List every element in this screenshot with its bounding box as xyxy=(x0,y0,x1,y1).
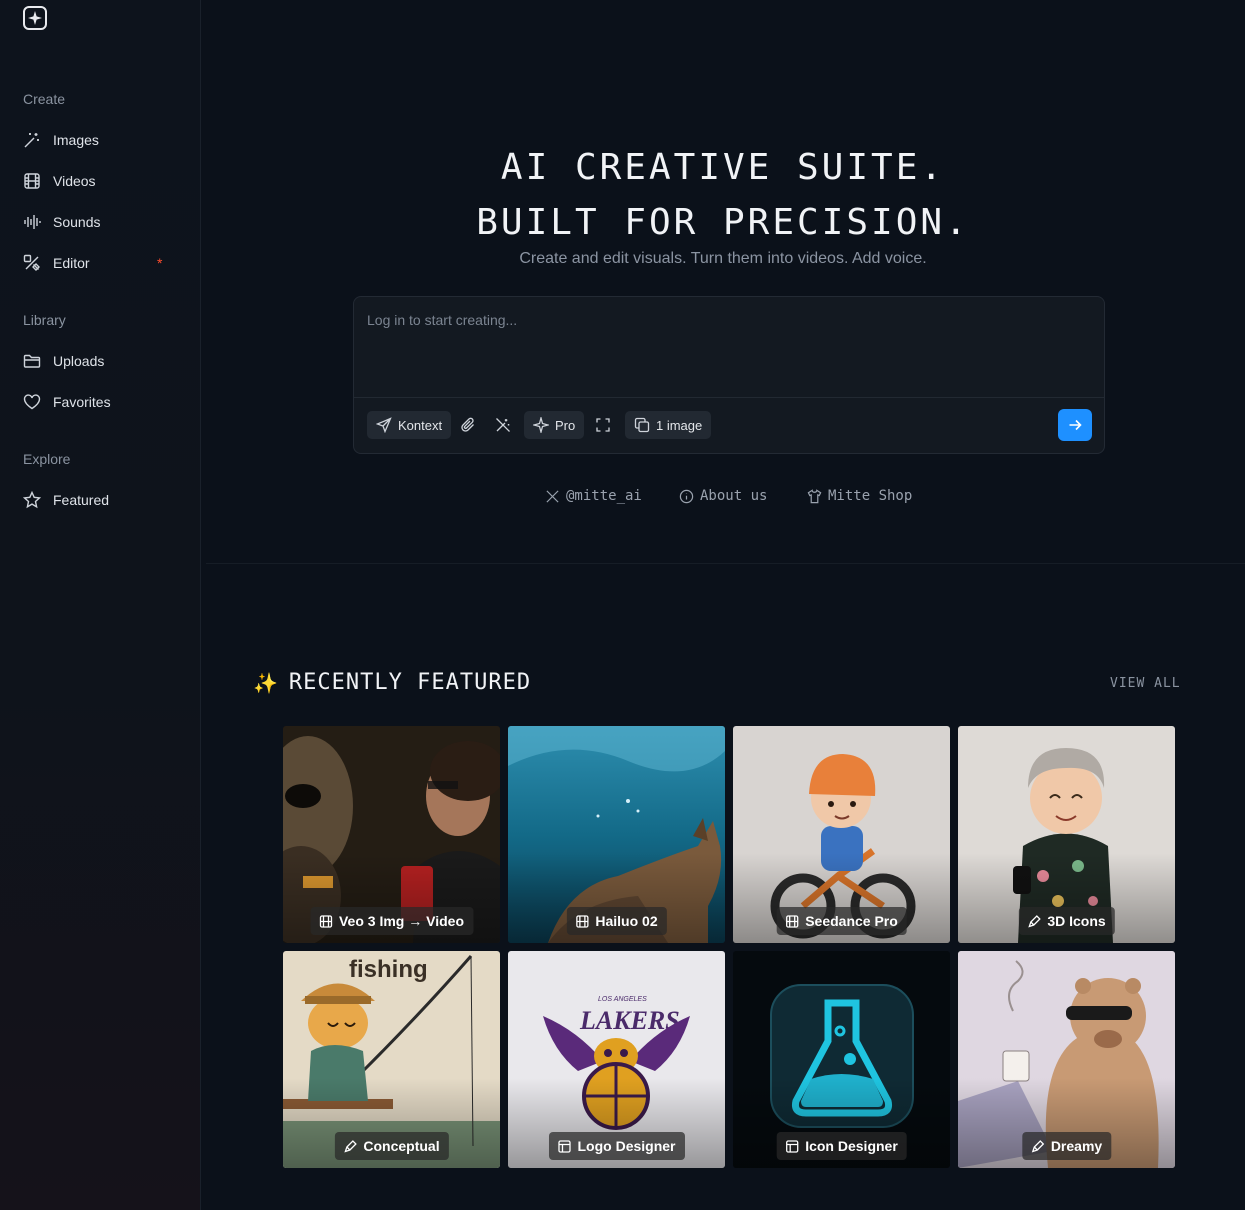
audio-wave-icon xyxy=(24,215,41,229)
card-tag: Icon Designer xyxy=(776,1132,907,1160)
model-select-button[interactable]: Kontext xyxy=(367,411,452,439)
magic-wand-off-icon xyxy=(496,418,510,432)
hero-title-line2: BUILT FOR PRECISION. xyxy=(476,202,970,243)
featured-card-veo3[interactable]: Veo 3 Img → Video xyxy=(283,726,500,943)
sidebar-item-uploads[interactable]: Uploads xyxy=(23,347,183,375)
film-icon xyxy=(319,914,332,928)
model-label: Kontext xyxy=(398,417,443,433)
section-create: Create xyxy=(23,91,66,107)
card-label: Logo Designer xyxy=(577,1138,676,1154)
view-all-link[interactable]: VIEW ALL xyxy=(1110,676,1181,691)
brush-icon xyxy=(1031,1139,1044,1153)
pro-label: Pro xyxy=(555,417,576,433)
sparkles-emoji: ✨ xyxy=(253,670,279,695)
card-label: 3D Icons xyxy=(1047,913,1106,929)
layout-icon xyxy=(557,1139,571,1153)
featured-card-3d-icons[interactable]: 3D Icons xyxy=(958,726,1175,943)
shop-link[interactable]: Mitte Shop xyxy=(807,486,912,506)
section-library: Library xyxy=(23,312,66,328)
card-art-text: LOS ANGELES xyxy=(598,996,647,1003)
featured-title: RECENTLY FEATURED xyxy=(288,670,532,695)
sidebar-item-videos[interactable]: Videos xyxy=(23,167,183,195)
card-label: Conceptual xyxy=(363,1138,440,1154)
logo-icon[interactable] xyxy=(23,6,47,30)
sidebar-item-label: Editor xyxy=(53,255,90,271)
card-label: Veo 3 Img → Video xyxy=(338,913,465,929)
card-tag: 3D Icons xyxy=(1018,907,1115,935)
card-label: Hailuo 02 xyxy=(595,913,658,929)
arrow-right-icon xyxy=(1069,419,1082,431)
pro-toggle-button[interactable]: Pro xyxy=(524,411,585,439)
card-label: Icon Designer xyxy=(805,1138,898,1154)
sidebar-item-editor[interactable]: Editor * xyxy=(23,249,183,277)
sidebar-item-label: Uploads xyxy=(53,353,105,369)
card-tag: Logo Designer xyxy=(548,1132,685,1160)
sidebar: Create Images Videos Sounds Editor * Lib… xyxy=(0,0,201,1210)
sidebar-item-images[interactable]: Images xyxy=(23,126,183,154)
image-count-button[interactable]: 1 image xyxy=(625,411,712,439)
sidebar-item-featured[interactable]: Featured xyxy=(23,486,183,514)
featured-card-icon-designer[interactable]: Icon Designer xyxy=(733,951,950,1168)
paperclip-icon xyxy=(461,417,474,432)
brush-icon xyxy=(1027,914,1041,928)
featured-card-conceptual[interactable]: fishing Conceptual xyxy=(283,951,500,1168)
card-tag: Veo 3 Img → Video xyxy=(309,907,474,935)
send-button[interactable] xyxy=(1058,409,1092,441)
featured-card-hailuo[interactable]: Hailuo 02 xyxy=(508,726,725,943)
about-link-label: About us xyxy=(700,488,768,504)
sidebar-item-label: Favorites xyxy=(53,394,111,410)
sidebar-item-label: Videos xyxy=(53,173,96,189)
magic-wand-icon xyxy=(24,133,39,148)
card-tag: Dreamy xyxy=(1021,1132,1112,1160)
prompt-box: Kontext Pro 1 image xyxy=(353,296,1105,454)
card-tag: Conceptual xyxy=(334,1132,449,1160)
shirt-icon xyxy=(807,488,822,503)
sidebar-item-favorites[interactable]: Favorites xyxy=(23,388,183,416)
film-icon xyxy=(785,914,798,928)
x-link-label: @mitte_ai xyxy=(566,488,642,504)
sparkle-icon xyxy=(533,417,549,433)
send-arrow-icon xyxy=(376,417,392,433)
featured-heading: ✨ RECENTLY FEATURED xyxy=(253,670,531,695)
sidebar-item-label: Featured xyxy=(53,492,110,508)
section-explore: Explore xyxy=(23,451,71,467)
about-link[interactable]: About us xyxy=(679,486,767,506)
main-content: AI CREATIVE SUITE. BUILT FOR PRECISION. … xyxy=(201,0,1245,1210)
x-logo-icon xyxy=(546,489,559,503)
card-label: Dreamy xyxy=(1050,1138,1103,1154)
x-link[interactable]: @mitte_ai xyxy=(545,486,642,506)
sidebar-item-label: Images xyxy=(53,132,99,148)
layout-icon xyxy=(785,1139,798,1153)
image-count-label: 1 image xyxy=(656,417,703,433)
folder-icon xyxy=(23,354,41,368)
sidebar-item-sounds[interactable]: Sounds xyxy=(23,208,183,236)
star-icon xyxy=(23,491,41,509)
card-art-text: fishing xyxy=(349,956,428,983)
card-tag: Hailuo 02 xyxy=(566,907,667,935)
hero-title-line1: AI CREATIVE SUITE. xyxy=(500,147,946,188)
prompt-divider xyxy=(354,397,1104,398)
attach-button[interactable] xyxy=(454,411,482,439)
hero-subtitle: Create and edit visuals. Turn them into … xyxy=(519,250,927,267)
card-label: Seedance Pro xyxy=(805,913,898,929)
prompt-input[interactable] xyxy=(354,297,1104,397)
film-icon xyxy=(24,173,40,189)
heart-icon xyxy=(23,394,41,410)
info-icon xyxy=(679,489,694,503)
expand-icon xyxy=(596,418,610,432)
aspect-ratio-button[interactable] xyxy=(589,411,617,439)
sidebar-item-label: Sounds xyxy=(53,214,101,230)
new-badge: * xyxy=(157,255,163,271)
enhance-button[interactable] xyxy=(489,411,517,439)
copy-icon xyxy=(634,417,650,433)
brush-icon xyxy=(343,1139,357,1153)
featured-card-logo-designer[interactable]: LOS ANGELES LAKERS Logo Designer xyxy=(508,951,725,1168)
film-icon xyxy=(575,914,589,928)
tools-icon xyxy=(23,254,40,271)
section-divider xyxy=(206,563,1245,564)
featured-card-seedance[interactable]: Seedance Pro xyxy=(733,726,950,943)
card-tag: Seedance Pro xyxy=(776,907,907,935)
featured-card-dreamy[interactable]: Dreamy xyxy=(958,951,1175,1168)
shop-link-label: Mitte Shop xyxy=(828,488,913,504)
